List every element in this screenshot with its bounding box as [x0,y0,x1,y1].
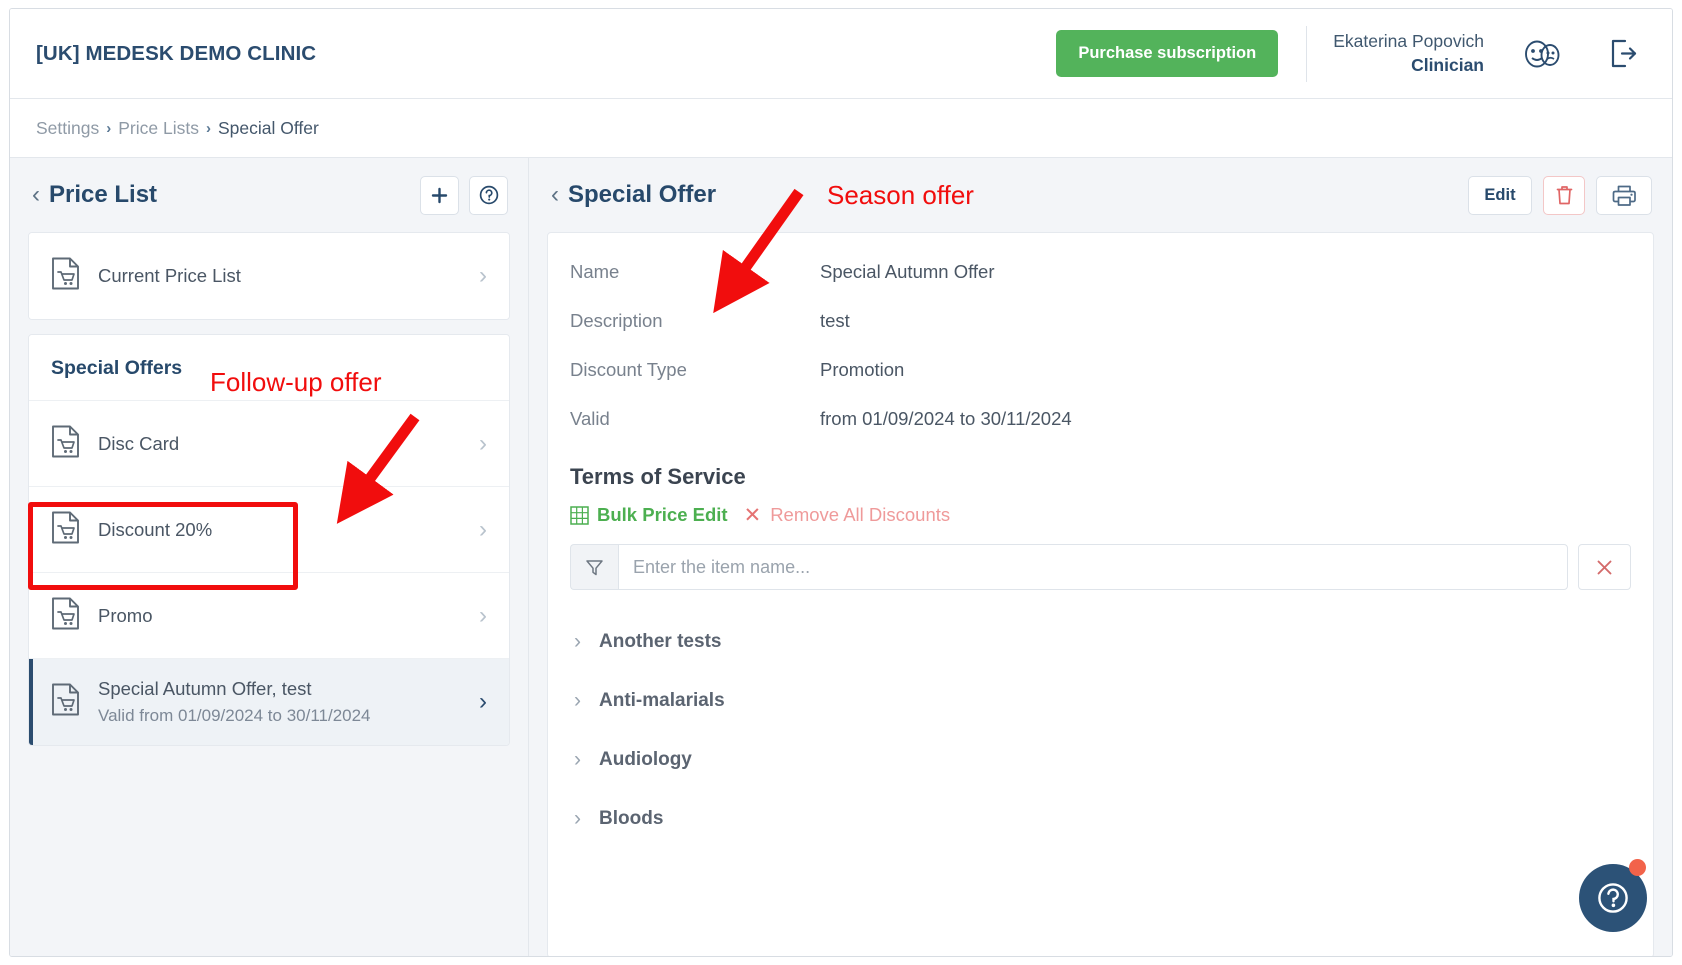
list-item-text-block: Special Autumn Offer, test Valid from 01… [98,678,371,726]
theater-masks-icon[interactable] [1522,39,1562,69]
category-another-tests[interactable]: › Another tests [570,612,1631,671]
field-value: test [820,310,850,331]
breadcrumb-separator: › [205,119,211,137]
field-label: Discount Type [570,359,687,380]
item-filter-input[interactable] [618,544,1568,590]
breadcrumb-price-lists[interactable]: Price Lists [118,118,199,139]
field-label: Name [570,261,620,282]
funnel-filter-icon [570,544,618,590]
special-offers-card: Special Offers Disc Card › Discount 20% … [28,334,510,746]
price-list-document-icon [51,425,80,463]
field-value: Special Autumn Offer [820,261,995,282]
bulk-price-edit-label: Bulk Price Edit [597,504,728,525]
price-list-panel-header: ‹ Price List [28,158,510,232]
list-item-promo[interactable]: Promo › [29,573,509,659]
breadcrumb-separator: › [106,119,112,137]
chevron-right-icon: › [574,807,581,830]
category-bloods[interactable]: › Bloods [570,789,1631,848]
clear-filter-button[interactable] [1578,544,1631,590]
header-divider [1306,25,1308,82]
price-list-panel-title: Price List [49,181,158,208]
breadcrumb: Settings › Price Lists › Special Offer [10,99,1672,158]
special-offer-detail-panel: ‹ Special Offer Edit Name Special Autumn… [529,158,1672,956]
chevron-right-icon: › [479,515,487,543]
category-label: Another tests [599,630,722,652]
field-name: Name Special Autumn Offer [570,261,1631,283]
list-item-disc-card[interactable]: Disc Card › [29,401,509,487]
list-item-current-price-list[interactable]: Current Price List › [29,233,509,319]
detail-panel-actions: Edit [1468,175,1652,215]
print-button[interactable] [1596,175,1652,215]
category-label: Audiology [599,748,692,770]
price-list-panel-actions [420,175,508,215]
special-offers-title: Special Offers [51,357,183,379]
list-item-label: Promo [98,604,153,626]
breadcrumb-current: Special Offer [217,117,319,138]
price-list-panel: ‹ Price List Current Price List › Specia… [10,158,529,956]
add-price-list-button[interactable] [420,175,459,215]
clinic-title: [UK] MEDESK DEMO CLINIC [36,41,317,65]
breadcrumb-settings[interactable]: Settings [36,118,99,139]
chevron-right-icon: › [479,688,487,715]
header-right-group: Purchase subscription Ekaterina Popovich… [1056,25,1638,82]
current-price-list-card: Current Price List › [28,232,510,320]
list-item-validity: Valid from 01/09/2024 to 30/11/2024 [98,706,371,725]
detail-panel-header: ‹ Special Offer Edit [547,158,1654,232]
list-item-label: Current Price List [98,265,241,286]
back-chevron-icon[interactable]: ‹ [551,183,559,207]
app-header: [UK] MEDESK DEMO CLINIC Purchase subscri… [10,9,1672,99]
price-list-document-icon [51,597,80,635]
category-audiology[interactable]: › Audiology [570,730,1631,789]
list-item-label: Discount 20% [98,518,213,540]
field-value: from 01/09/2024 to 30/11/2024 [820,408,1072,429]
remove-all-discounts-link[interactable]: ✕ Remove All Discounts [744,504,951,526]
list-item-label: Disc Card [98,432,180,454]
user-name: Ekaterina Popovich [1333,31,1484,52]
field-label: Valid [570,408,610,429]
category-label: Anti-malarials [599,689,725,711]
price-list-document-icon [51,511,80,549]
remove-all-discounts-label: Remove All Discounts [770,504,951,525]
bulk-price-edit-link[interactable]: Bulk Price Edit [570,504,728,526]
chevron-right-icon: › [574,630,581,653]
chevron-right-icon: › [574,689,581,712]
price-list-help-button[interactable] [469,175,508,215]
user-role: Clinician [1411,54,1484,75]
chevron-right-icon: › [479,601,487,629]
list-item-label: Special Autumn Offer, test [98,678,312,699]
special-offers-section-header: Special Offers [29,335,509,401]
chevron-right-icon: › [574,748,581,771]
application-window: [UK] MEDESK DEMO CLINIC Purchase subscri… [9,8,1673,957]
list-item-discount-20[interactable]: Discount 20% › [29,487,509,573]
edit-button[interactable]: Edit [1468,175,1532,215]
field-valid: Valid from 01/09/2024 to 30/11/2024 [570,408,1631,430]
field-description: Description test [570,310,1631,332]
terms-of-service-title: Terms of Service [570,464,746,489]
item-filter-bar [570,544,1631,590]
price-list-document-icon [51,257,80,295]
category-label: Bloods [599,807,664,829]
chevron-right-icon: › [479,262,487,289]
chevron-right-icon: › [479,429,487,457]
x-icon: ✕ [743,503,762,527]
user-info: Ekaterina Popovich Clinician [1333,30,1484,76]
help-notification-badge [1629,859,1646,876]
field-discount-type: Discount Type Promotion [570,359,1631,381]
price-list-document-icon [51,683,80,721]
field-value: Promotion [820,359,905,380]
purchase-subscription-button[interactable]: Purchase subscription [1056,30,1279,77]
field-label: Description [570,310,663,331]
terms-action-links: Bulk Price Edit ✕ Remove All Discounts [570,504,1631,526]
logout-icon[interactable] [1608,38,1638,69]
table-grid-icon [570,505,589,525]
list-item-special-autumn-offer[interactable]: Special Autumn Offer, test Valid from 01… [29,659,509,745]
delete-button[interactable] [1543,175,1585,215]
detail-panel-title: Special Offer [568,181,717,208]
category-anti-malarials[interactable]: › Anti-malarials [570,671,1631,730]
main-body: ‹ Price List Current Price List › Specia… [10,158,1672,956]
special-offer-detail-card: Name Special Autumn Offer Description te… [547,232,1654,956]
back-chevron-icon[interactable]: ‹ [32,183,40,207]
